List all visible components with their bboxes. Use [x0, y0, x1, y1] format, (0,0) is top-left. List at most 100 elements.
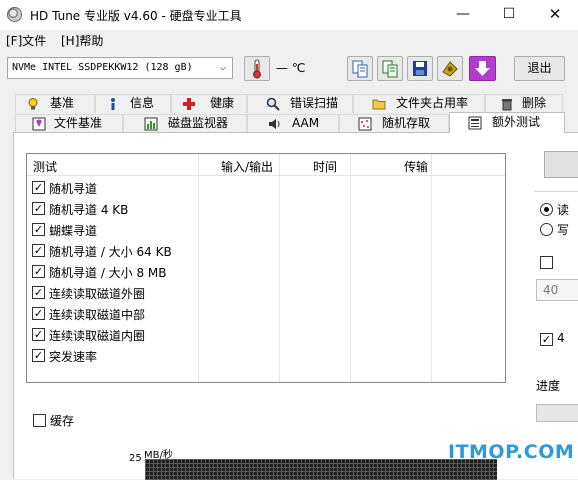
extra-tests-icon	[468, 116, 482, 130]
tab-file-benchmark-label: 文件基准	[54, 116, 103, 130]
chart-icon	[144, 117, 158, 131]
progress-label: 进度	[536, 379, 561, 393]
watermark: ITMOP.COM	[448, 441, 575, 463]
read-radio-label: 读	[557, 203, 570, 217]
list-item[interactable]: ✓ 连续读取磁道外圈	[27, 282, 505, 303]
options-button[interactable]	[469, 56, 496, 81]
red-cross-icon	[183, 98, 195, 110]
tab-benchmark[interactable]: 基准	[15, 94, 95, 113]
read-radio[interactable]	[540, 203, 553, 216]
test-label: 连续读取磁道中部	[49, 308, 146, 322]
floppy-disk-icon	[413, 61, 427, 76]
option-checkbox-2[interactable]: ✓	[540, 333, 553, 346]
thermometer-icon	[253, 59, 261, 79]
cache-checkbox[interactable]	[33, 414, 46, 427]
save-button[interactable]	[407, 56, 433, 81]
test-checkbox[interactable]: ✓	[32, 328, 45, 341]
list-item[interactable]: ✓ 随机寻道 4 KB	[27, 198, 505, 219]
window-title: HD Tune 专业版 v4.60 - 硬盘专业工具	[30, 9, 242, 23]
test-checkbox[interactable]: ✓	[32, 223, 45, 236]
info-icon	[111, 98, 115, 110]
tab-row-2: 文件基准 磁盘监视器 AAM 随机存取 额外测试	[0, 112, 578, 133]
tab-disk-monitor-label: 磁盘监视器	[168, 116, 229, 130]
copy-info-button[interactable]	[347, 56, 373, 81]
minimize-button[interactable]: —	[440, 0, 486, 30]
test-checkbox[interactable]: ✓	[32, 265, 45, 278]
test-checkbox[interactable]: ✓	[32, 307, 45, 320]
list-item[interactable]: ✓ 突发速率	[27, 345, 505, 366]
tab-row-1: 基准 信息 健康 错误扫描 文件夹占用率 删除	[0, 94, 578, 113]
menu-bar: [F]文件 [H]帮助	[0, 30, 578, 50]
tab-info[interactable]: 信息	[95, 94, 171, 113]
test-label: 随机寻道 / 大小 8 MB	[49, 266, 167, 280]
test-list[interactable]: 测试 输入/输出 时间 传输 ✓ 随机寻道 ✓ 随机寻道 4 KB ✓ 蝴蝶寻道…	[26, 153, 506, 383]
lightbulb-icon	[28, 98, 38, 110]
title-bar: HD Tune 专业版 v4.60 - 硬盘专业工具 — ☐ ✕	[0, 0, 578, 30]
header-transfer[interactable]: 传输	[404, 158, 428, 175]
graph-y-tick: 25	[129, 453, 142, 464]
test-checkbox[interactable]: ✓	[32, 286, 45, 299]
tab-erase-label: 删除	[522, 96, 547, 110]
write-radio-label: 写	[557, 223, 570, 237]
test-label: 蝴蝶寻道	[49, 224, 98, 238]
tab-random-access[interactable]: 随机存取	[339, 114, 449, 133]
divider	[534, 191, 578, 192]
temperature-button[interactable]	[244, 56, 270, 81]
down-arrow-icon	[475, 61, 490, 76]
tab-info-label: 信息	[130, 96, 155, 110]
option-checkbox[interactable]	[540, 256, 553, 269]
test-label: 连续读取磁道外圈	[49, 287, 146, 301]
tab-benchmark-label: 基准	[50, 96, 75, 110]
tab-erase[interactable]: 删除	[485, 94, 563, 113]
tab-aam[interactable]: AAM	[247, 114, 339, 133]
copy-icon	[352, 60, 368, 78]
test-checkbox[interactable]: ✓	[32, 181, 45, 194]
test-label: 随机寻道 4 KB	[49, 203, 129, 217]
tab-folder-usage-label: 文件夹占用率	[396, 96, 469, 110]
close-button[interactable]: ✕	[532, 0, 578, 30]
chevron-down-icon[interactable]: ⌵	[215, 59, 231, 77]
list-header: 测试 输入/输出 时间 传输	[27, 154, 505, 176]
list-item[interactable]: ✓ 连续读取磁道中部	[27, 303, 505, 324]
progress-bar	[536, 404, 578, 422]
tab-disk-monitor[interactable]: 磁盘监视器	[123, 114, 247, 133]
hdtune-app-icon	[7, 7, 22, 22]
tab-file-benchmark[interactable]: 文件基准	[15, 114, 123, 133]
start-button[interactable]	[544, 151, 578, 178]
drive-select-value: NVMe INTEL SSDPEKKW12 (128 gB)	[12, 62, 193, 73]
drive-select[interactable]: NVMe INTEL SSDPEKKW12 (128 gB) ⌵	[7, 57, 233, 79]
header-test[interactable]: 测试	[33, 158, 57, 175]
screenshot-button[interactable]	[437, 56, 463, 81]
header-io[interactable]: 输入/输出	[221, 158, 273, 175]
test-label: 随机寻道	[49, 182, 98, 196]
maximize-button[interactable]: ☐	[486, 0, 532, 30]
copy-green-icon	[382, 60, 398, 78]
trash-icon	[502, 99, 512, 111]
header-time[interactable]: 时间	[313, 158, 337, 175]
test-checkbox[interactable]: ✓	[32, 349, 45, 362]
list-item[interactable]: ✓ 蝴蝶寻道	[27, 219, 505, 240]
copy-all-button[interactable]	[377, 56, 403, 81]
write-radio[interactable]	[540, 223, 553, 236]
tab-error-scan-label: 错误扫描	[290, 96, 339, 110]
list-item[interactable]: ✓ 随机寻道 / 大小 64 KB	[27, 240, 505, 261]
file-benchmark-icon	[32, 117, 46, 131]
test-checkbox[interactable]: ✓	[32, 202, 45, 215]
tab-folder-usage[interactable]: 文件夹占用率	[353, 94, 485, 113]
transfer-graph	[145, 459, 497, 480]
tab-error-scan[interactable]: 错误扫描	[247, 94, 353, 113]
extra-tests-panel: 测试 输入/输出 时间 传输 ✓ 随机寻道 ✓ 随机寻道 4 KB ✓ 蝴蝶寻道…	[13, 132, 578, 480]
tab-health[interactable]: 健康	[171, 94, 247, 113]
tab-health-label: 健康	[210, 96, 235, 110]
toolbar: NVMe INTEL SSDPEKKW12 (128 gB) ⌵ — ℃ 退出	[0, 50, 578, 88]
exit-button[interactable]: 退出	[514, 56, 565, 81]
menu-help[interactable]: [H]帮助	[61, 32, 103, 49]
tab-extra-tests[interactable]: 额外测试	[449, 112, 565, 133]
list-item[interactable]: ✓ 随机寻道	[27, 177, 505, 198]
list-item[interactable]: ✓ 连续读取磁道内圈	[27, 324, 505, 345]
list-item[interactable]: ✓ 随机寻道 / 大小 8 MB	[27, 261, 505, 282]
test-checkbox[interactable]: ✓	[32, 244, 45, 257]
menu-file[interactable]: [F]文件	[6, 32, 46, 49]
test-label: 连续读取磁道内圈	[49, 329, 146, 343]
number-field[interactable]: 40	[536, 279, 578, 301]
